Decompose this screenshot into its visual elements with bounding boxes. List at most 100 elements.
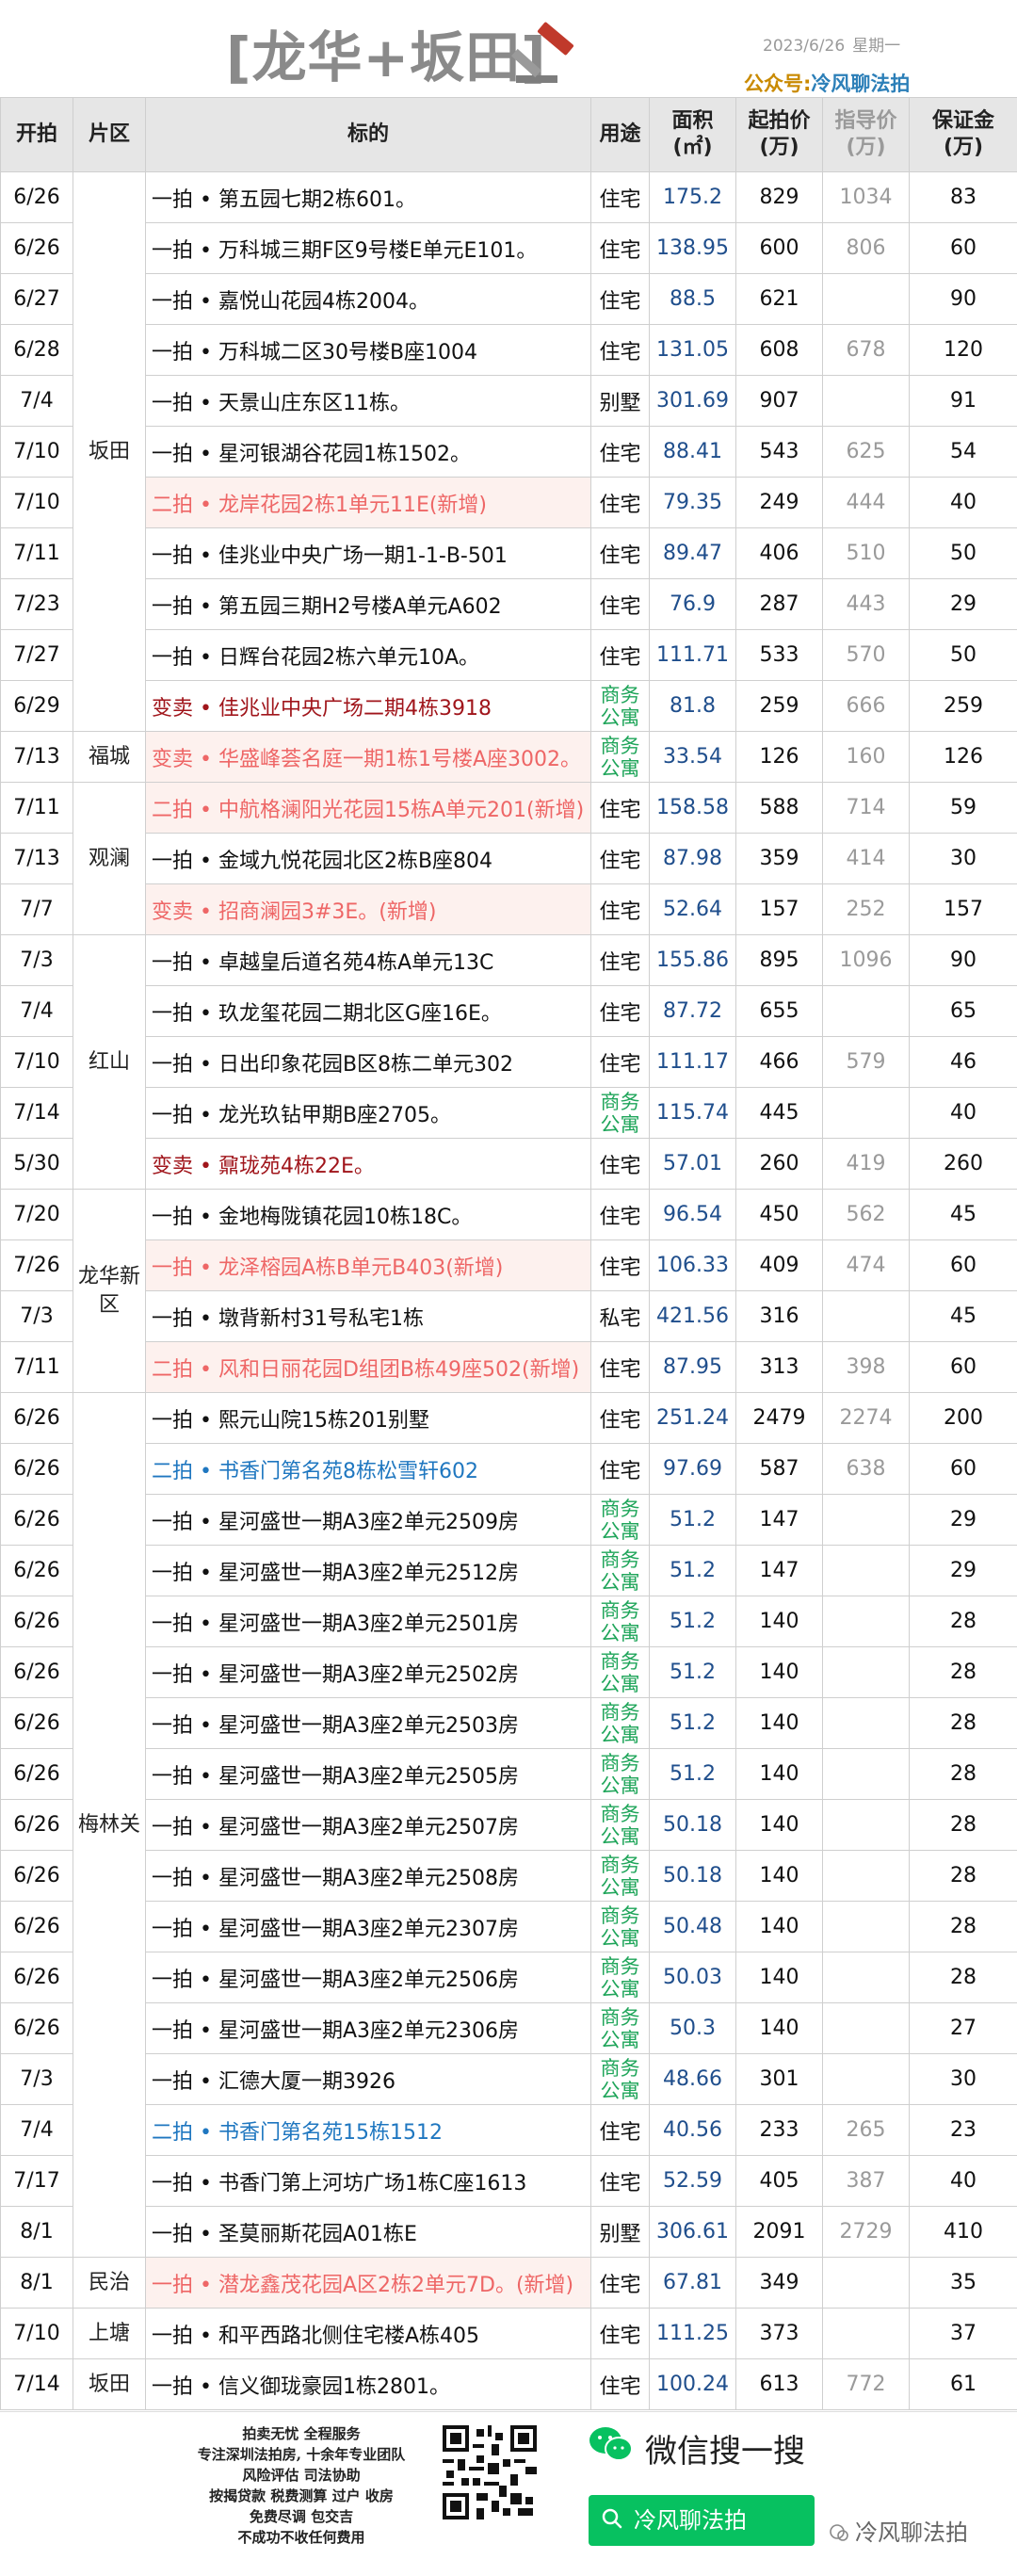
area-title: 面积 [671,109,714,133]
cell-deposit: 28 [909,1697,1017,1749]
cell-price: 406 [735,527,823,579]
cell-use: 商务公寓 [590,1697,650,1749]
cell-deposit: 40 [909,477,1017,528]
cell-guide: 265 [822,2104,910,2156]
cell-deposit: 157 [909,883,1017,935]
cell-guide [822,2308,910,2359]
cell-use: 住宅 [590,1138,650,1190]
cell-name: 一拍 • 第五园三期H2号楼A单元A602 [145,578,591,630]
wechat-search-title: 微信搜一搜 [645,2433,805,2471]
cell-date: 6/26 [0,1799,73,1851]
cell-use: 住宅 [590,934,650,986]
cell-name: 一拍 • 龙光玖钻甲期B座2705。 [145,1087,591,1139]
cell-area: 421.56 [649,1290,736,1342]
cell-guide: 387 [822,2155,910,2207]
cell-use: 住宅 [590,426,650,478]
cell-name: 一拍 • 星河盛世一期A3座2单元2507房 [145,1799,591,1851]
cell-use: 商务公寓 [590,1545,650,1596]
guide-title: 指导价 [834,109,897,133]
cell-area: 50.3 [649,2002,736,2054]
cell-deposit: 28 [909,1646,1017,1698]
cell-deposit: 37 [909,2308,1017,2359]
table-row: 5/30 变卖 • 鼐珑苑4栋22E。 住宅 57.01 260 419 260 [0,1138,1017,1190]
cell-use: 商务公寓 [590,1494,650,1546]
cell-guide: 398 [822,1341,910,1393]
service-line: 免费尽调 包交吉 [249,2508,354,2525]
cell-price: 405 [735,2155,823,2207]
cell-name: 一拍 • 金地梅陇镇花园10栋18C。 [145,1189,591,1240]
cell-price: 140 [735,1799,823,1851]
cell-use: 商务公寓 [590,2002,650,2054]
cell-area: 100.24 [649,2358,736,2410]
table-row: 6/26 一拍 • 星河盛世一期A3座2单元2507房 商务公寓 50.18 140 28 [0,1799,1017,1851]
guide-unit: (万) [846,136,886,159]
service-line: 按揭贷款 税费测算 过户 收房 [209,2487,394,2504]
cell-area: 175.2 [649,171,736,223]
cell-use: 住宅 [590,2358,650,2410]
cell-price: 2479 [735,1392,823,1444]
search-button[interactable]: 冷风聊法拍 [589,2495,815,2546]
cell-use: 住宅 [590,2104,650,2156]
table-row: 7/14 坂田 一拍 • 信义御珑豪园1栋2801。 住宅 100.24 613 772 61 [0,2358,1017,2410]
cell-guide [822,1087,910,1139]
price-unit: (万) [759,136,799,159]
cell-use: 住宅 [590,171,650,223]
cell-price: 147 [735,1494,823,1546]
cell-guide [822,1748,910,1800]
table-header-row: 开拍 片区 标的 用途 面积 (㎡) 起拍价 (万) 指导价 (万) 保证金 (万) [0,97,1017,172]
cell-price: 316 [735,1290,823,1342]
service-line: 不成功不收任何费用 [237,2529,365,2546]
cell-area: 111.71 [649,629,736,681]
table-row: 7/17 一拍 • 书香门第上河坊广场1栋C座1613 住宅 52.59 405 387 4… [0,2155,1017,2207]
cell-area: 52.64 [649,883,736,935]
cell-area: 76.9 [649,578,736,630]
cell-name: 一拍 • 星河盛世一期A3座2单元2503房 [145,1697,591,1749]
cell-deposit: 30 [909,2053,1017,2105]
cell-guide [822,1799,910,1851]
table-row: 8/1 一拍 • 圣莫丽斯花园A01栋E 别墅 306.61 2091 2729 410 [0,2206,1017,2258]
cell-use: 住宅 [590,222,650,274]
cell-area: 131.05 [649,324,736,376]
cell-use: 住宅 [590,883,650,935]
cell-name: 一拍 • 星河盛世一期A3座2单元2307房 [145,1901,591,1952]
table-row: 7/11 一拍 • 佳兆业中央广场一期1-1-B-501 住宅 89.47 406 510… [0,527,1017,579]
cell-date: 7/4 [0,985,73,1037]
cell-date: 7/3 [0,934,73,986]
cell-date: 7/10 [0,426,73,478]
cell-use: 住宅 [590,477,650,528]
cell-area: 306.61 [649,2206,736,2258]
cell-deposit: 28 [909,1748,1017,1800]
cell-use: 住宅 [590,2155,650,2207]
cell-price: 140 [735,1901,823,1952]
cell-area: 48.66 [649,2053,736,2105]
cell-name: 变卖 • 佳兆业中央广场二期4栋3918 [145,680,591,732]
cell-guide: 419 [822,1138,910,1190]
cell-price: 588 [735,782,823,834]
cell-area: 50.18 [649,1799,736,1851]
page-title: [龙华+坂田] [226,25,547,89]
cell-zone: 坂田 [73,171,146,732]
table-row: 6/26 坂田 一拍 • 第五园七期2栋601。 住宅 175.2 829 1034 83 [0,171,1017,732]
cell-area: 301.69 [649,375,736,427]
cell-price: 313 [735,1341,823,1393]
cell-date: 7/10 [0,477,73,528]
cell-guide: 562 [822,1189,910,1240]
cell-price: 140 [735,1850,823,1902]
col-header-date: 开拍 [0,97,73,172]
cell-guide: 414 [822,833,910,884]
cell-price: 907 [735,375,823,427]
cell-date: 7/26 [0,1239,73,1291]
cell-use: 商务公寓 [590,1901,650,1952]
table-row: 6/26 一拍 • 星河盛世一期A3座2单元2508房 商务公寓 50.18 140 28 [0,1850,1017,1902]
cell-guide [822,1545,910,1596]
cell-name: 一拍 • 嘉悦山花园4栋2004。 [145,273,591,325]
cell-deposit: 40 [909,1087,1017,1139]
cell-area: 51.2 [649,1697,736,1749]
cell-name: 一拍 • 佳兆业中央广场一期1-1-B-501 [145,527,591,579]
table-row: 6/26 一拍 • 星河盛世一期A3座2单元2509房 商务公寓 51.2 147 29 [0,1494,1017,1546]
cell-name: 二拍 • 龙岸花园2栋1单元11E(新增) [145,477,591,528]
table-row: 7/10 一拍 • 日出印象花园B区8栋二单元302 住宅 111.17 466 579 4… [0,1036,1017,1088]
cell-deposit: 61 [909,2358,1017,2410]
cell-date: 6/26 [0,1748,73,1800]
cell-use: 商务公寓 [590,1850,650,1902]
